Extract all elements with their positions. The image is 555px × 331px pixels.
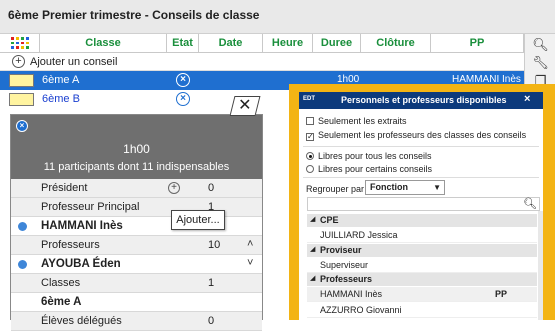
edt-badge: EDT <box>303 96 315 102</box>
row-value: 10 <box>208 239 221 251</box>
add-icon[interactable]: + <box>168 182 180 194</box>
row-label: AYOUBA Éden <box>41 258 121 270</box>
add-conseil-label: Ajouter un conseil <box>30 56 118 68</box>
chevron-down-icon[interactable]: ˅ <box>247 257 253 269</box>
list-item[interactable]: JUILLIARD Jessica <box>307 228 537 243</box>
dropdown-arrow-icon: ▼ <box>433 183 441 192</box>
row-label: Président <box>41 182 88 194</box>
conseil-detail-card: × 1h00 11 participants dont 11 indispens… <box>10 114 263 331</box>
group-by-label: Regrouper par : <box>306 184 370 194</box>
search-icon[interactable]: 🔍︎ <box>532 36 549 53</box>
class-color-swatch <box>9 74 34 87</box>
column-header-classe[interactable]: Classe <box>40 34 167 53</box>
option-label: Libres pour tous les conseils <box>318 151 432 161</box>
column-header-duree[interactable]: Duree <box>313 34 361 53</box>
card-row-president[interactable]: Président + 0 <box>11 179 262 198</box>
radio-unselected-icon[interactable] <box>306 165 314 173</box>
row-value: 0 <box>208 315 215 327</box>
search-input[interactable]: 🔍︎ <box>307 197 540 211</box>
radio-selected-icon[interactable] <box>306 152 314 160</box>
close-card-button[interactable]: ✕ <box>229 96 261 116</box>
group-label: Professeurs <box>320 274 373 284</box>
free-all-radio[interactable]: Libres pour tous les conseils <box>306 151 432 161</box>
column-header-date[interactable]: Date <box>199 34 263 53</box>
list-item[interactable]: Superviseur <box>307 258 537 273</box>
free-some-radio[interactable]: Libres pour certains conseils <box>306 164 432 174</box>
collapse-triangle-icon[interactable]: ◢ <box>310 274 315 282</box>
group-label: Proviseur <box>320 245 362 255</box>
list-item[interactable]: AZZURRO Giovanni <box>307 303 537 318</box>
dialog-titlebar: EDT Personnels et professeurs disponible… <box>299 92 543 109</box>
row-label: Professeur Principal <box>41 201 140 213</box>
column-colors-icon[interactable] <box>10 36 30 50</box>
row-label: Élèves délégués <box>41 315 122 327</box>
only-extracts-checkbox[interactable]: Seulement les extraits <box>306 116 407 126</box>
card-duration: 1h00 <box>123 142 150 156</box>
collapse-triangle-icon[interactable]: ◢ <box>310 215 315 223</box>
option-label: Seulement les extraits <box>318 116 407 126</box>
card-participants: 11 participants dont 11 indispensables <box>43 161 230 173</box>
row-label: Professeurs <box>41 239 100 251</box>
item-label: Superviseur <box>320 260 369 270</box>
card-row-profs[interactable]: Professeurs 10 ˄ <box>11 236 262 255</box>
option-label: Libres pour certains conseils <box>318 164 433 174</box>
close-circle-icon[interactable]: × <box>16 120 28 132</box>
column-header-etat[interactable]: Etat <box>167 34 199 53</box>
window-titlebar: 6ème Premier trimestre - Conseils de cla… <box>0 0 555 34</box>
wrench-icon[interactable]: 🔧︎ <box>532 54 549 71</box>
column-header-cloture[interactable]: Clôture <box>361 34 431 53</box>
column-header-pp[interactable]: PP <box>431 34 524 53</box>
list-item[interactable]: HAMMANI Inès PP <box>307 287 537 302</box>
class-name: 6ème A <box>42 74 80 86</box>
list-scrollbar[interactable] <box>538 211 543 320</box>
add-conseil-row[interactable]: + Ajouter un conseil <box>0 53 524 71</box>
add-icon[interactable]: + <box>12 55 25 68</box>
collapse-triangle-icon[interactable]: ◢ <box>310 245 315 253</box>
row-label: HAMMANI Inès <box>41 220 123 232</box>
column-header-heure[interactable]: Heure <box>263 34 313 53</box>
item-label: JUILLIARD Jessica <box>320 230 398 240</box>
card-row-person[interactable]: AYOUBA Éden ˅ <box>11 255 262 274</box>
close-circle-icon[interactable]: × <box>176 73 190 87</box>
person-dot-icon <box>18 222 27 231</box>
list-group-header[interactable]: ◢ Proviseur <box>307 244 537 257</box>
class-color-swatch <box>9 93 34 106</box>
window-title: 6ème Premier trimestre - Conseils de cla… <box>8 8 260 22</box>
close-circle-icon[interactable]: × <box>176 92 190 106</box>
item-label: AZZURRO Giovanni <box>320 305 402 315</box>
row-label: 6ème A <box>41 296 82 308</box>
close-icon: ✕ <box>238 97 252 114</box>
option-label: Seulement les professeurs des classes de… <box>318 130 527 140</box>
card-row-delegues[interactable]: Élèves délégués 0 <box>11 312 262 331</box>
select-value: Fonction <box>370 182 408 192</box>
row-label: Classes <box>41 277 81 289</box>
card-header: × 1h00 11 participants dont 11 indispens… <box>11 115 262 179</box>
card-row-class[interactable]: 6ème A <box>11 293 262 312</box>
add-tooltip[interactable]: Ajouter... <box>171 210 225 230</box>
checkbox-checked-icon[interactable]: ✓ <box>306 133 314 141</box>
divider <box>303 177 539 178</box>
search-icon[interactable]: 🔍︎ <box>523 197 537 210</box>
close-icon[interactable]: × <box>524 93 530 105</box>
row-value: 1 <box>208 277 215 289</box>
only-profs-checkbox[interactable]: ✓ Seulement les professeurs des classes d… <box>306 130 526 141</box>
card-row-classes[interactable]: Classes 1 <box>11 274 262 293</box>
dialog-title: Personnels et professeurs disponibles <box>341 95 507 105</box>
group-by-select[interactable]: Fonction ▼ <box>365 180 445 195</box>
pp-tag: PP <box>495 289 508 299</box>
row-value: 0 <box>208 182 215 194</box>
class-name: 6ème B <box>42 93 80 105</box>
chevron-up-icon[interactable]: ˄ <box>247 238 253 250</box>
item-label: HAMMANI Inès <box>320 289 383 299</box>
divider <box>303 146 539 147</box>
person-dot-icon <box>18 260 27 269</box>
group-label: CPE <box>320 215 339 225</box>
list-group-header[interactable]: ◢ Professeurs <box>307 273 537 286</box>
checkbox-unchecked-icon[interactable] <box>306 117 314 125</box>
list-group-header[interactable]: ◢ CPE <box>307 214 537 227</box>
